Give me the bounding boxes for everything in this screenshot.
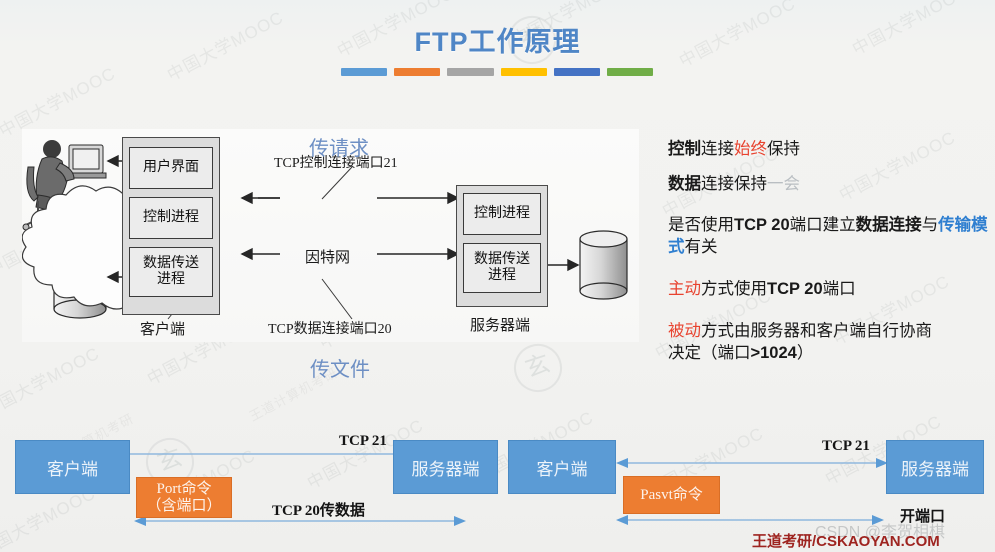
passive-server-box: 服务器端 — [886, 440, 984, 494]
note1-part1: 控制 — [668, 139, 701, 158]
accent-bar-2 — [394, 68, 441, 76]
note3-part6: 与 — [921, 214, 939, 234]
note2-part2: 连接保持 — [701, 173, 767, 193]
note5-part4: >1024 — [750, 343, 797, 362]
accent-bar-5 — [553, 68, 600, 76]
server-caption: 服务器端 — [470, 318, 531, 334]
client-caption: 客户端 — [140, 322, 186, 338]
control-connection-line — [240, 191, 280, 205]
note1-part2: 连接 — [701, 139, 734, 158]
note1-part3: 始终 — [734, 139, 767, 158]
data-connection-line — [240, 247, 280, 261]
note5-part3: 决定（端口 — [668, 342, 751, 362]
note1-part4: 保持 — [767, 139, 800, 158]
note3-part5: 连接 — [888, 214, 922, 234]
cloud-to-server-data-line — [377, 247, 460, 261]
passive-client-box: 客户端 — [508, 440, 616, 494]
active-client-box: 客户端 — [15, 440, 130, 494]
client-ui-label: 用户界面 — [143, 159, 199, 175]
passive-server-label: 服务器端 — [901, 459, 969, 479]
note3-part4: 数据 — [855, 214, 889, 234]
source-credit: 王道考研/CSKAOYAN.COM — [752, 533, 940, 550]
client-data-process-box: 数据传送 进程 — [129, 247, 213, 297]
note4-part4: 端口 — [822, 279, 856, 299]
note5-part1: 被动 — [668, 320, 701, 340]
port-command-line2: （含端口） — [146, 497, 222, 514]
cloud-to-server-control-line — [377, 191, 460, 205]
active-tcp20-label: TCP 20传数据 — [272, 503, 365, 519]
data-link-label: TCP数据连接端口20 — [268, 322, 392, 337]
port-command-box: Port命令 （含端口） — [136, 477, 232, 518]
note2-part1: 数据 — [668, 173, 701, 193]
client-data-process-label-2: 进程 — [157, 272, 185, 287]
notes-panel: 控制连接始终保持 数据连接保持一会 是否使用TCP 20端口建立数据连接与传输模… — [668, 138, 990, 377]
accent-bar-1 — [341, 68, 388, 76]
mooc-logo-watermark-icon: 玄 — [507, 337, 569, 399]
server-data-process-label-2: 进程 — [488, 268, 516, 283]
note3-part2: TCP 20 — [734, 215, 790, 234]
accent-bar-4 — [500, 68, 547, 76]
client-control-process-box: 控制进程 — [129, 197, 213, 239]
note4-part2: 方式使用 — [701, 279, 767, 299]
transfer-file-label: 传文件 — [310, 359, 370, 381]
client-data-process-label-1: 数据传送 — [143, 255, 199, 271]
note-line-5: 被动方式由服务器和客户端自行协商 决定（端口>1024） — [668, 320, 990, 365]
note4-part3: TCP 20 — [767, 280, 823, 299]
active-client-label: 客户端 — [47, 459, 98, 479]
accent-bar-3 — [447, 68, 494, 76]
server-control-process-label: 控制进程 — [474, 205, 530, 221]
watermark-text: 中国大学MOOC — [0, 343, 103, 421]
note3-part8: 有关 — [684, 237, 718, 257]
title-latin: FTP — [414, 27, 469, 57]
note-line-4: 主动方式使用TCP 20端口 — [668, 278, 990, 301]
server-control-process-box: 控制进程 — [463, 193, 541, 235]
client-ui-box: 用户界面 — [129, 147, 213, 189]
cloud-label: 因特网 — [305, 250, 351, 266]
active-tcp21-label: TCP 21 — [339, 433, 387, 449]
slide-title: FTP工作原理 — [0, 20, 995, 59]
note3-part1: 是否使用 — [668, 214, 734, 234]
accent-bar-row — [341, 68, 654, 76]
active-server-label: 服务器端 — [411, 459, 480, 479]
note5-part5: ） — [796, 342, 814, 362]
transfer-request-label: 传请求 — [309, 138, 369, 160]
pasv-command-box: Pasvt命令 — [623, 476, 720, 514]
note-line-1: 控制连接始终保持 — [668, 138, 990, 160]
server-data-process-label-1: 数据传送 — [474, 251, 530, 267]
slide-canvas: 中国大学MOOC 中国大学MOOC 中国大学MOOC 中国大学MOOC 中国大学… — [0, 0, 995, 552]
note2-part3: 一会 — [767, 173, 800, 193]
port-command-line1: Port命令 — [156, 480, 212, 497]
passive-tcp21-label: TCP 21 — [822, 438, 870, 454]
accent-bar-6 — [606, 68, 654, 76]
server-data-process-box: 数据传送 进程 — [463, 243, 541, 293]
client-control-process-label: 控制进程 — [143, 209, 199, 225]
note3-part3: 端口建立 — [789, 214, 856, 234]
note5-part2: 方式由服务器和客户端自行协商 — [701, 320, 932, 340]
note-line-2: 数据连接保持一会 — [668, 173, 990, 195]
passive-client-label: 客户端 — [536, 459, 588, 479]
pasv-command-label: Pasvt命令 — [640, 486, 703, 503]
note4-part1: 主动 — [668, 279, 701, 299]
server-to-db-arrow — [546, 258, 580, 272]
note-line-3: 是否使用TCP 20端口建立数据连接与传输模式有关 — [668, 214, 990, 259]
title-cn: 工作原理 — [468, 27, 581, 57]
active-server-box: 服务器端 — [393, 440, 498, 494]
server-database-icon — [579, 230, 628, 300]
